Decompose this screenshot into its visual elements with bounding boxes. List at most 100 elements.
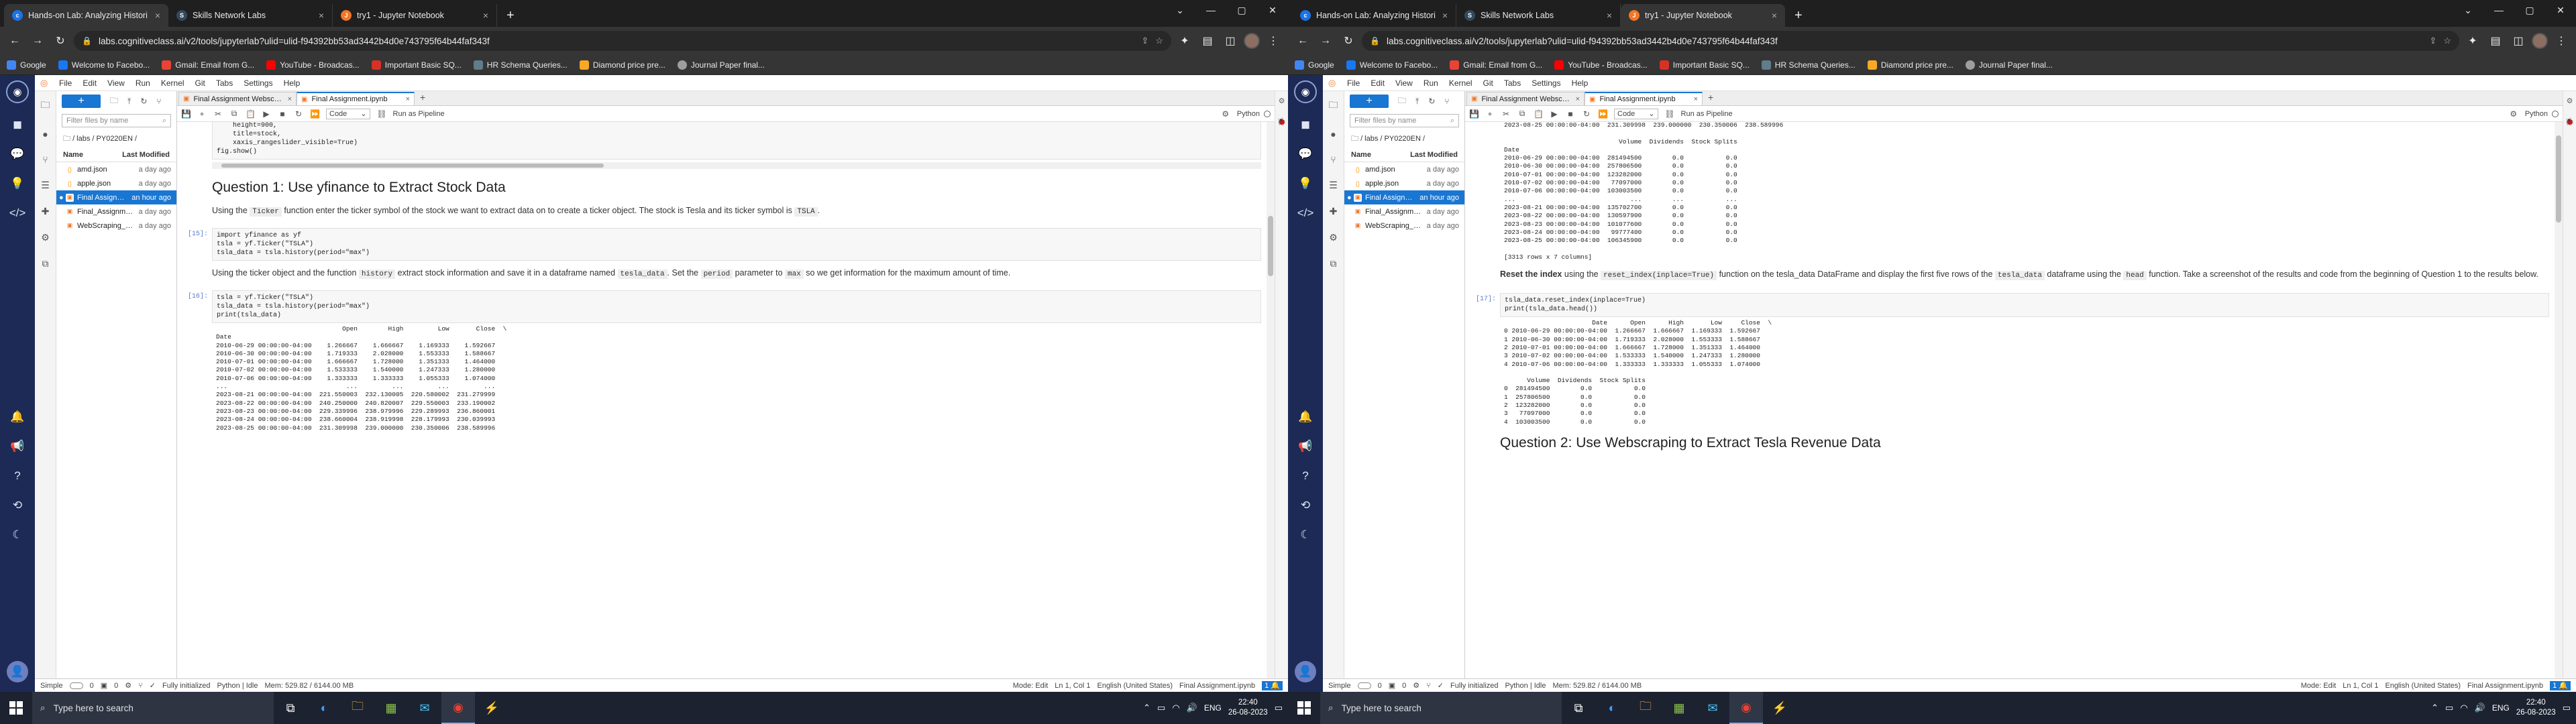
document-tab[interactable]: ▣ Final Assignment Webscrapi × xyxy=(1466,92,1585,105)
spellcheck-language[interactable]: English (United States) xyxy=(2385,682,2461,690)
stop-icon[interactable]: ■ xyxy=(278,109,287,119)
lock-icon[interactable]: 🔒 xyxy=(1370,36,1380,46)
menu-file[interactable]: File xyxy=(59,78,72,88)
bookmark-item[interactable]: HR Schema Queries... xyxy=(473,60,568,70)
task-view-icon[interactable]: ⧉ xyxy=(274,692,307,724)
reading-list-icon[interactable]: ▤ xyxy=(1198,32,1217,50)
browser-tab[interactable]: S Skills Network Labs × xyxy=(168,4,333,27)
new-tab-plus-icon[interactable]: + xyxy=(415,92,431,105)
cut-icon[interactable]: ✂ xyxy=(213,109,223,119)
file-explorer-icon[interactable]: 🗀 xyxy=(341,692,374,724)
fast-forward-icon[interactable]: ⏩ xyxy=(1598,109,1608,119)
kernel-indicator[interactable]: Python xyxy=(1237,110,1271,118)
bookmark-item[interactable]: YouTube - Broadcas... xyxy=(1554,60,1648,70)
save-icon[interactable]: 💾 xyxy=(181,109,191,119)
modified-column-header[interactable]: Last Modified xyxy=(122,151,170,159)
user-avatar-icon[interactable]: 👤 xyxy=(1295,661,1316,682)
menu-file[interactable]: File xyxy=(1347,78,1360,88)
file-row[interactable]: ▣ WebScraping_R... a day ago xyxy=(56,219,176,233)
restart-icon[interactable]: ↻ xyxy=(1582,109,1591,119)
code-cell[interactable]: height=900, title=stock, xaxis_rangeslid… xyxy=(212,122,1261,160)
file-row[interactable]: ▣ Final_Assignme... a day ago xyxy=(1344,204,1464,219)
folder-icon[interactable]: 🗀 xyxy=(41,98,50,114)
menu-help[interactable]: Help xyxy=(284,78,301,88)
close-icon[interactable]: × xyxy=(1694,95,1698,103)
spellcheck-language[interactable]: English (United States) xyxy=(1097,682,1173,690)
horizontal-scrollbar[interactable] xyxy=(212,162,1261,169)
bookmark-item[interactable]: Gmail: Email from G... xyxy=(162,60,254,70)
fast-forward-icon[interactable]: ⏩ xyxy=(310,109,320,119)
sidepanel-icon[interactable]: ◫ xyxy=(1221,32,1240,50)
maximize-icon[interactable]: ▢ xyxy=(1226,0,1257,20)
extensions-icon[interactable]: ✦ xyxy=(1175,32,1194,50)
file-row-selected[interactable]: ●▣Final Assignmen...an hour ago xyxy=(56,190,176,204)
lightbulb-icon[interactable]: 💡 xyxy=(1297,176,1313,192)
wifi-icon[interactable]: ◠ xyxy=(2460,703,2467,713)
notifications-icon[interactable]: ▭ xyxy=(2563,703,2571,713)
browser-tab[interactable]: c Hands-on Lab: Analyzing Histori × xyxy=(1292,4,1456,27)
file-explorer-icon[interactable]: 🗀 xyxy=(1629,692,1662,724)
close-tab-icon[interactable]: × xyxy=(1772,10,1777,21)
bookmark-star-icon[interactable]: ☆ xyxy=(1155,36,1163,46)
name-column-header[interactable]: Name xyxy=(63,151,83,159)
menu-kernel[interactable]: Kernel xyxy=(1449,78,1472,88)
gear-icon[interactable]: ⚙ xyxy=(1221,109,1230,119)
new-folder-icon[interactable]: 🗀 xyxy=(110,95,118,109)
more-menu-icon[interactable]: ⋮ xyxy=(2552,32,2571,50)
taskbar-search[interactable]: ⌕ Type here to search xyxy=(32,692,274,724)
property-inspector-icon[interactable]: ⚙ xyxy=(2567,97,2573,105)
code-editor[interactable]: tsla_data.reset_index(inplace=True) prin… xyxy=(1500,293,2549,318)
windows-start-icon[interactable] xyxy=(0,692,32,724)
new-tab-button[interactable]: + xyxy=(1785,4,1812,27)
profile-avatar[interactable] xyxy=(2532,33,2548,49)
code-cell[interactable]: [17]: tsla_data.reset_index(inplace=True… xyxy=(1476,293,2549,318)
help-icon[interactable]: ? xyxy=(9,468,25,484)
filter-files-input[interactable]: Filter files by name ⌕ xyxy=(1350,114,1459,127)
sync-icon[interactable]: ⟲ xyxy=(9,497,25,514)
code-icon[interactable]: </> xyxy=(1297,205,1314,221)
close-tab-icon[interactable]: × xyxy=(1442,10,1448,21)
code-editor[interactable]: height=900, title=stock, xaxis_rangeslid… xyxy=(212,122,1261,160)
upload-icon[interactable]: ⤒ xyxy=(1415,97,1419,107)
pipeline-icon[interactable]: ⛓ xyxy=(1665,109,1675,119)
address-bar[interactable]: 🔒 labs.cognitiveclass.ai/v2/tools/jupyte… xyxy=(1362,31,2459,51)
pipeline-icon[interactable]: ⛓ xyxy=(377,109,387,119)
bookmark-item[interactable]: Journal Paper final... xyxy=(1965,60,2053,70)
menu-view[interactable]: View xyxy=(107,78,125,88)
menu-tabs[interactable]: Tabs xyxy=(1504,78,1521,88)
volume-icon[interactable]: 🔊 xyxy=(2475,703,2485,713)
property-inspector-icon[interactable]: ⚙ xyxy=(1279,97,1285,105)
notification-bell[interactable]: 1 🔔 xyxy=(2550,680,2571,690)
bookmark-item[interactable]: Diamond price pre... xyxy=(1867,60,1953,70)
git-clone-icon[interactable]: ⑂ xyxy=(1444,97,1449,106)
menu-help[interactable]: Help xyxy=(1572,78,1589,88)
menu-run[interactable]: Run xyxy=(136,78,150,88)
table-of-contents-icon[interactable]: ☰ xyxy=(1329,180,1338,191)
windows-start-icon[interactable] xyxy=(1288,692,1320,724)
moon-icon[interactable]: ☾ xyxy=(9,527,25,543)
git-icon[interactable]: ⑂ xyxy=(42,154,48,165)
close-window-icon[interactable]: ✕ xyxy=(1257,0,1288,20)
new-folder-icon[interactable]: 🗀 xyxy=(1398,95,1406,109)
copy-icon[interactable]: ⧉ xyxy=(1517,109,1527,119)
markdown-cell[interactable]: Using the ticker object and the function… xyxy=(212,265,1261,282)
restart-icon[interactable]: ↻ xyxy=(294,109,303,119)
share-icon[interactable]: ⇪ xyxy=(1141,36,1148,46)
code-cell[interactable]: [16]: tsla = yf.Ticker("TSLA") tsla_data… xyxy=(188,290,1261,323)
chevron-down-icon[interactable]: ⌄ xyxy=(1165,0,1195,20)
code-editor[interactable]: import yfinance as yf tsla = yf.Ticker("… xyxy=(212,228,1261,261)
paste-icon[interactable]: 📋 xyxy=(1534,109,1544,119)
clock[interactable]: 22:40 26-08-2023 xyxy=(2516,698,2556,718)
file-row[interactable]: {} amd.json a day ago xyxy=(56,162,176,176)
mail-icon[interactable]: ✉ xyxy=(1696,692,1729,724)
reading-list-icon[interactable]: ▤ xyxy=(2486,32,2505,50)
kernel-indicator[interactable]: Python xyxy=(2525,110,2559,118)
markdown-cell[interactable]: Using the Ticker function enter the tick… xyxy=(212,202,1261,220)
bookmark-star-icon[interactable]: ☆ xyxy=(2443,36,2451,46)
task-view-icon[interactable]: ⧉ xyxy=(1562,692,1595,724)
browser-tab[interactable]: c Hands-on Lab: Analyzing Histori × xyxy=(4,4,168,27)
maximize-icon[interactable]: ▢ xyxy=(2514,0,2545,20)
browser-tab[interactable]: J try1 - Jupyter Notebook × xyxy=(1621,4,1785,27)
markdown-cell[interactable]: Question 2: Use Webscraping to Extract T… xyxy=(1500,430,2549,458)
ide-logo-icon[interactable]: ◉ xyxy=(1294,80,1317,103)
